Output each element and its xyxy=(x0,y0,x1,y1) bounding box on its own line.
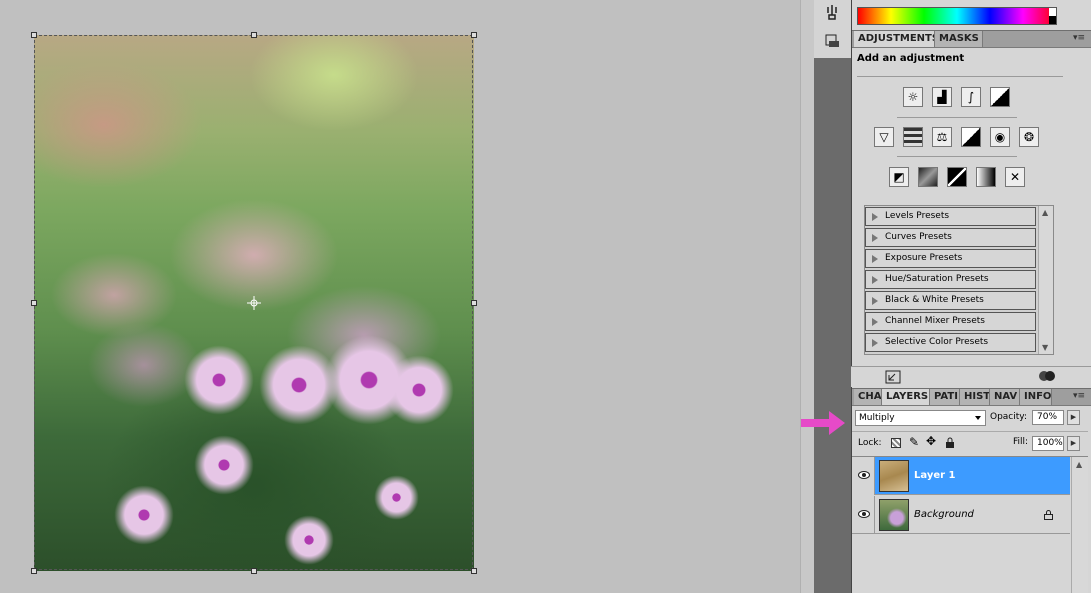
threshold-icon[interactable] xyxy=(947,167,967,187)
gradient-map-icon[interactable] xyxy=(976,167,996,187)
eye-icon xyxy=(858,510,870,518)
opacity-label: Opacity: xyxy=(990,412,1027,422)
transform-handle-bottom[interactable] xyxy=(251,568,257,574)
divider xyxy=(852,431,1088,432)
divider xyxy=(897,117,1017,118)
panel-menu-icon[interactable]: ▾≡ xyxy=(1073,33,1085,43)
panel-menu-icon[interactable]: ▾≡ xyxy=(1073,391,1085,401)
tab-adjustments[interactable]: ADJUSTMENTS xyxy=(854,31,935,47)
color-ramp[interactable] xyxy=(857,7,1057,25)
preset-curves[interactable]: Curves Presets xyxy=(865,228,1036,247)
lock-position-icon[interactable]: ✥ xyxy=(926,434,936,448)
adjustments-footer xyxy=(851,366,1091,387)
color-balance-icon[interactable]: ⚖ xyxy=(932,127,952,147)
opacity-slider-button[interactable]: ▶ xyxy=(1067,410,1080,425)
invert-icon[interactable]: ◩ xyxy=(889,167,909,187)
layer-thumbnail xyxy=(879,499,909,531)
photo-filter-icon[interactable]: ◉ xyxy=(990,127,1010,147)
layer-thumbnail xyxy=(879,460,909,492)
levels-icon[interactable]: ▟ xyxy=(932,87,952,107)
transform-handle-top[interactable] xyxy=(251,32,257,38)
tab-navigator[interactable]: NAV xyxy=(990,389,1020,405)
preset-exposure[interactable]: Exposure Presets xyxy=(865,249,1036,268)
panel-dock-strip xyxy=(814,0,851,593)
layers-scrollbar[interactable]: ▲ xyxy=(1071,457,1088,593)
layers-tabbar: CHA LAYERS PATI HIST NAV INFO ▾≡ xyxy=(852,388,1091,406)
tab-masks[interactable]: MASKS xyxy=(935,31,983,47)
channel-mixer-icon[interactable]: ❂ xyxy=(1019,127,1039,147)
lock-label: Lock: xyxy=(858,438,882,448)
layer-row-layer-1[interactable]: Layer 1 xyxy=(852,457,1070,495)
black-white-icon[interactable] xyxy=(961,127,981,147)
fill-input[interactable]: 100% xyxy=(1032,436,1064,451)
preset-selective-color[interactable]: Selective Color Presets xyxy=(865,333,1036,352)
layer-row-background[interactable]: Background xyxy=(852,496,1070,534)
layer-name[interactable]: Background xyxy=(914,509,974,520)
transform-handle-bottom-left[interactable] xyxy=(31,568,37,574)
preset-hue-saturation[interactable]: Hue/Saturation Presets xyxy=(865,270,1036,289)
annotation-arrow-icon xyxy=(801,411,845,435)
divider xyxy=(897,156,1017,157)
transform-handle-left[interactable] xyxy=(31,300,37,306)
preset-black-white[interactable]: Black & White Presets xyxy=(865,291,1036,310)
adjustments-tabbar: ADJUSTMENTS MASKS ▾≡ xyxy=(852,30,1091,48)
tab-layers[interactable]: LAYERS xyxy=(882,389,930,405)
tab-history[interactable]: HIST xyxy=(960,389,990,405)
canvas-scroll-edge xyxy=(800,0,815,593)
return-to-list-icon[interactable] xyxy=(885,370,901,384)
tab-paths[interactable]: PATI xyxy=(930,389,960,405)
preset-channel-mixer[interactable]: Channel Mixer Presets xyxy=(865,312,1036,331)
lock-transparent-pixels-icon[interactable] xyxy=(891,438,901,448)
fill-label: Fill: xyxy=(1013,437,1029,447)
tab-info[interactable]: INFO xyxy=(1020,389,1052,405)
preset-levels[interactable]: Levels Presets xyxy=(865,207,1036,226)
blend-mode-value: Multiply xyxy=(859,413,895,423)
layer-name[interactable]: Layer 1 xyxy=(914,470,955,481)
transform-handle-bottom-right[interactable] xyxy=(471,568,477,574)
eye-icon xyxy=(858,471,870,479)
brush-presets-icon[interactable] xyxy=(824,3,840,21)
tab-channels[interactable]: CHA xyxy=(854,389,882,405)
layer-mask-icon[interactable] xyxy=(1038,369,1058,383)
brightness-contrast-icon[interactable]: ☼ xyxy=(903,87,923,107)
selective-color-icon[interactable]: ✕ xyxy=(1005,167,1025,187)
clone-source-icon[interactable] xyxy=(824,33,840,49)
opacity-input[interactable]: 70% xyxy=(1032,410,1064,425)
exposure-icon[interactable] xyxy=(990,87,1010,107)
blend-mode-select[interactable]: Multiply xyxy=(855,410,986,426)
visibility-toggle[interactable] xyxy=(852,496,875,534)
divider xyxy=(857,76,1063,77)
adjustments-title: Add an adjustment xyxy=(857,53,965,64)
lock-icon xyxy=(1044,510,1053,520)
transform-handle-right[interactable] xyxy=(471,300,477,306)
presets-scrollbar[interactable]: ▲ ▼ xyxy=(1038,206,1053,354)
lock-image-pixels-icon[interactable]: ✎ xyxy=(909,435,919,449)
reference-point-icon[interactable] xyxy=(247,296,261,310)
visibility-toggle[interactable] xyxy=(852,457,875,495)
transform-handle-top-left[interactable] xyxy=(31,32,37,38)
hue-saturation-icon[interactable] xyxy=(903,127,923,147)
curves-icon[interactable]: ∫ xyxy=(961,87,981,107)
posterize-icon[interactable] xyxy=(918,167,938,187)
transform-handle-top-right[interactable] xyxy=(471,32,477,38)
vibrance-icon[interactable]: ▽ xyxy=(874,127,894,147)
presets-list[interactable]: Levels Presets Curves Presets Exposure P… xyxy=(864,205,1054,355)
fill-slider-button[interactable]: ▶ xyxy=(1067,436,1080,451)
lock-all-icon[interactable] xyxy=(945,437,955,448)
